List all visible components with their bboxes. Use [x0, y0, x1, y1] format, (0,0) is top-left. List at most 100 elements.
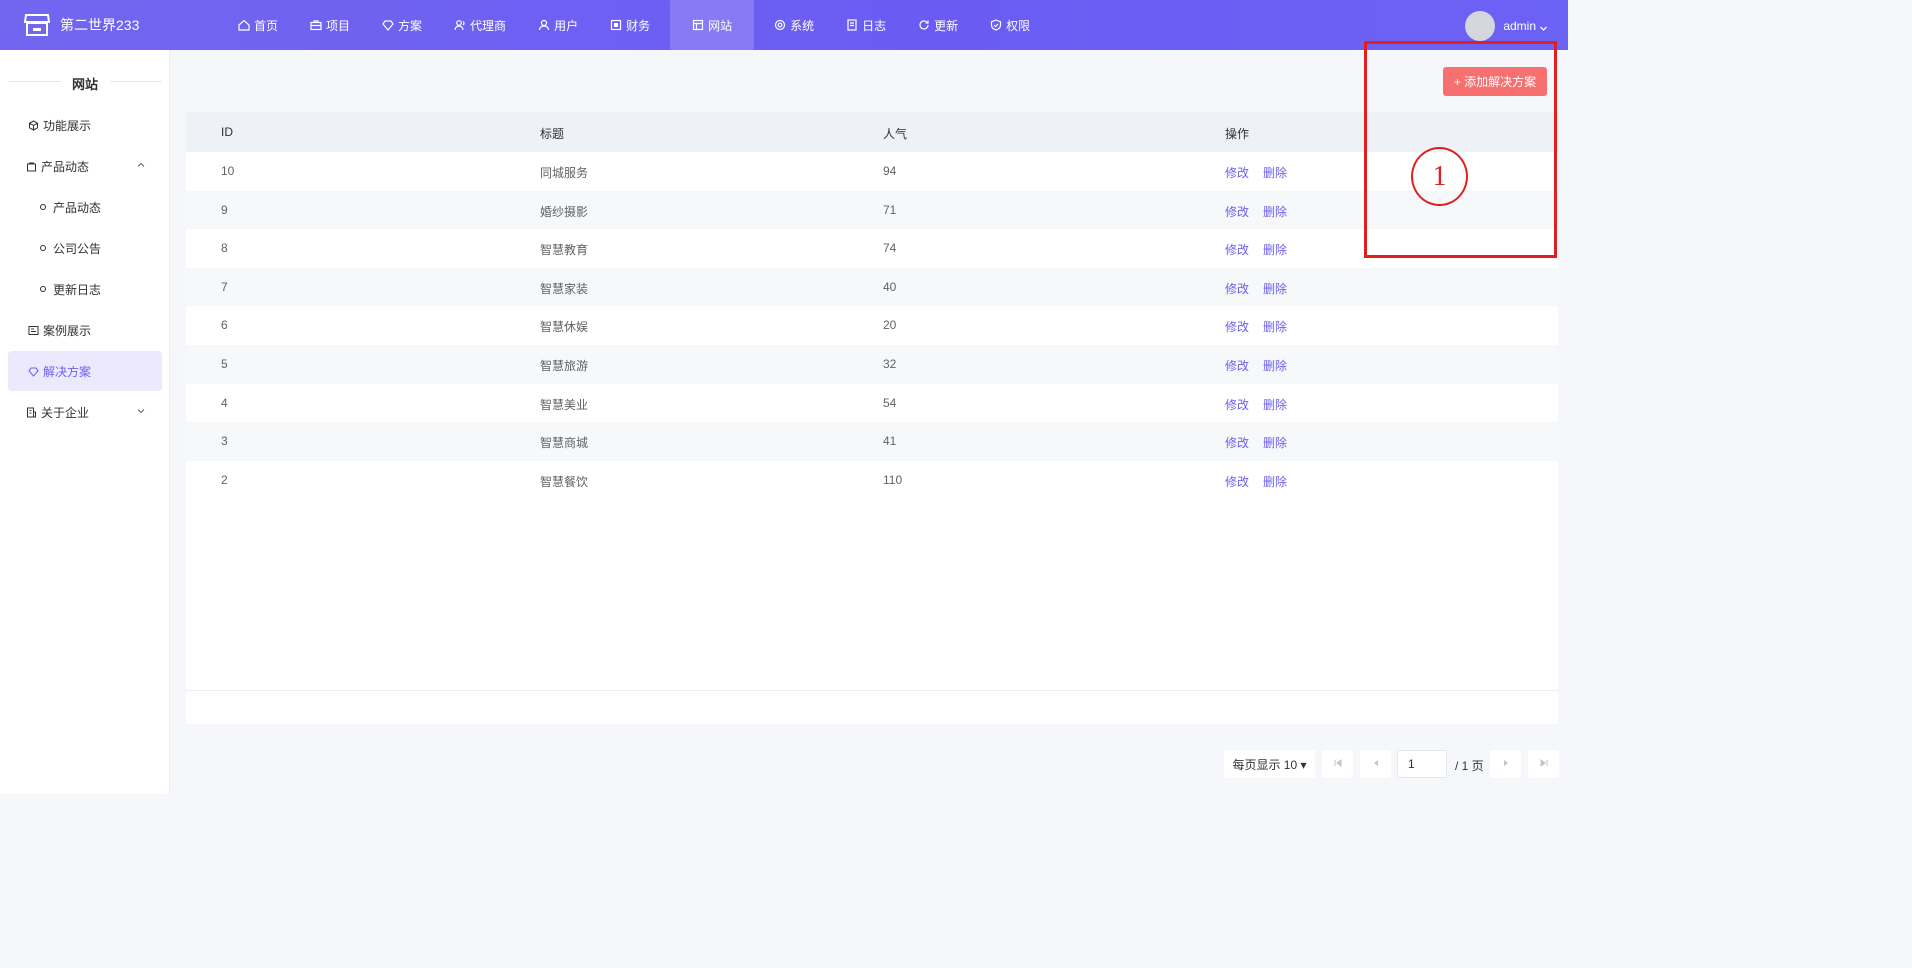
table-row: 5 智慧旅游 32 修改 删除	[186, 345, 1558, 384]
nav-item-projects[interactable]: 项目	[298, 0, 362, 50]
sidebar-item-label: 产品动态	[41, 159, 90, 174]
page-size-select[interactable]: 每页显示 10 ▾	[1224, 750, 1315, 778]
nav-item-label: 网站	[708, 18, 733, 33]
user-name: admin	[1503, 19, 1536, 33]
next-page-icon	[1501, 757, 1511, 771]
finance-icon	[610, 19, 622, 31]
cell-popularity: 54	[883, 395, 897, 410]
divider	[110, 81, 162, 82]
user-menu[interactable]: admin	[1465, 11, 1548, 41]
first-page-button[interactable]	[1322, 750, 1353, 778]
cell-id: 9	[221, 202, 228, 217]
nav-item-website[interactable]: 网站	[670, 0, 755, 50]
bullet-icon	[40, 286, 46, 292]
nav-item-updates[interactable]: 更新	[906, 0, 970, 50]
table-row: 9 婚纱摄影 71 修改 删除	[186, 190, 1558, 230]
nav-item-logs[interactable]: 日志	[834, 0, 898, 50]
main-nav: 首页 项目 方案 代理商 用户 财务 网站 系统 日志 更新 权限	[226, 0, 1050, 50]
nav-item-finance[interactable]: 财务	[598, 0, 662, 50]
sidebar-subitem-product-news[interactable]: 产品动态	[40, 187, 101, 227]
bullet-icon	[40, 204, 46, 210]
gear-icon	[774, 19, 786, 31]
nav-item-label: 用户	[554, 18, 579, 33]
cell-title: 智慧美业	[540, 397, 589, 412]
sidebar-item-cases[interactable]: 案例展示	[8, 310, 162, 350]
nav-item-label: 财务	[626, 18, 651, 33]
briefcase-icon	[310, 19, 322, 31]
table-header: ID 标题 人气 操作	[186, 112, 1558, 152]
home-icon	[238, 19, 250, 31]
cell-id: 6	[221, 318, 228, 333]
sidebar-item-label: 关于企业	[41, 405, 90, 420]
sidebar-item-label: 功能展示	[43, 118, 92, 133]
solutions-table: ID 标题 人气 操作 10 同城服务 94 修改 删除 9 婚纱摄影 71 修…	[186, 112, 1558, 724]
cell-title: 智慧教育	[540, 243, 589, 258]
nav-item-plans[interactable]: 方案	[370, 0, 434, 50]
sidebar-item-solutions[interactable]: 解决方案	[8, 351, 162, 391]
edit-link[interactable]: 修改	[1225, 280, 1249, 297]
prev-page-button[interactable]	[1360, 750, 1391, 778]
nav-item-system[interactable]: 系统	[762, 0, 826, 50]
table-row: 8 智慧教育 74 修改 删除	[186, 229, 1558, 268]
table-row: 4 智慧美业 54 修改 删除	[186, 384, 1558, 423]
next-page-button[interactable]	[1490, 750, 1521, 778]
card-icon	[28, 325, 39, 336]
delete-link[interactable]: 删除	[1263, 396, 1287, 413]
last-page-button[interactable]	[1528, 750, 1559, 778]
delete-link[interactable]: 删除	[1263, 164, 1287, 181]
delete-link[interactable]: 删除	[1263, 357, 1287, 374]
logo[interactable]: 第二世界233	[23, 13, 139, 37]
nav-item-label: 代理商	[470, 18, 507, 33]
nav-item-users[interactable]: 用户	[526, 0, 590, 50]
annotation-highlight-box	[1364, 41, 1557, 258]
edit-link[interactable]: 修改	[1225, 357, 1249, 374]
top-nav-bar: 第二世界233 首页 项目 方案 代理商 用户 财务 网站 系统 日志 更新 权…	[0, 0, 1568, 50]
nav-item-home[interactable]: 首页	[226, 0, 290, 50]
delete-link[interactable]: 删除	[1263, 203, 1287, 220]
first-page-icon	[1333, 757, 1343, 771]
cell-popularity: 110	[883, 472, 903, 487]
edit-link[interactable]: 修改	[1225, 396, 1249, 413]
nav-item-label: 权限	[1006, 18, 1031, 33]
last-page-icon	[1539, 757, 1549, 771]
cell-id: 4	[221, 395, 228, 410]
edit-link[interactable]: 修改	[1225, 164, 1249, 181]
column-header-actions: 操作	[1225, 127, 1250, 141]
cell-popularity: 32	[883, 357, 897, 371]
sidebar-item-features[interactable]: 功能展示	[8, 105, 162, 145]
delete-link[interactable]: 删除	[1263, 280, 1287, 297]
cell-popularity: 71	[883, 202, 897, 217]
sidebar-item-product-news[interactable]: 产品动态	[8, 146, 162, 186]
page-number-input[interactable]	[1397, 750, 1447, 778]
cell-popularity: 40	[883, 279, 897, 294]
shield-icon	[990, 19, 1002, 31]
nav-item-agents[interactable]: 代理商	[442, 0, 518, 50]
cube-icon	[28, 119, 39, 131]
cell-title: 智慧餐饮	[540, 474, 589, 489]
divider	[186, 690, 1558, 691]
nav-item-label: 系统	[790, 18, 815, 33]
delete-link[interactable]: 删除	[1263, 241, 1287, 258]
delete-link[interactable]: 删除	[1263, 434, 1287, 451]
delete-link[interactable]: 删除	[1263, 318, 1287, 335]
edit-link[interactable]: 修改	[1225, 473, 1249, 490]
edit-link[interactable]: 修改	[1225, 318, 1249, 335]
sidebar-item-label: 案例展示	[43, 323, 92, 338]
column-header-title[interactable]: 标题	[540, 125, 564, 142]
cell-title: 智慧旅游	[540, 359, 589, 373]
edit-link[interactable]: 修改	[1225, 203, 1249, 220]
column-header-popularity[interactable]: 人气	[883, 125, 907, 142]
log-icon	[846, 19, 858, 31]
nav-item-label: 首页	[254, 18, 279, 33]
nav-item-permissions[interactable]: 权限	[978, 0, 1042, 50]
edit-link[interactable]: 修改	[1225, 434, 1249, 451]
sidebar-item-about[interactable]: 关于企业	[8, 392, 162, 432]
cell-title: 智慧商城	[540, 436, 589, 451]
delete-link[interactable]: 删除	[1263, 473, 1287, 490]
sidebar-subitem-announcements[interactable]: 公司公告	[40, 228, 101, 268]
column-header-id[interactable]: ID	[221, 125, 233, 139]
avatar	[1465, 11, 1496, 41]
edit-link[interactable]: 修改	[1225, 241, 1249, 258]
chevron-up-icon	[136, 159, 146, 169]
sidebar-subitem-changelog[interactable]: 更新日志	[40, 269, 101, 309]
